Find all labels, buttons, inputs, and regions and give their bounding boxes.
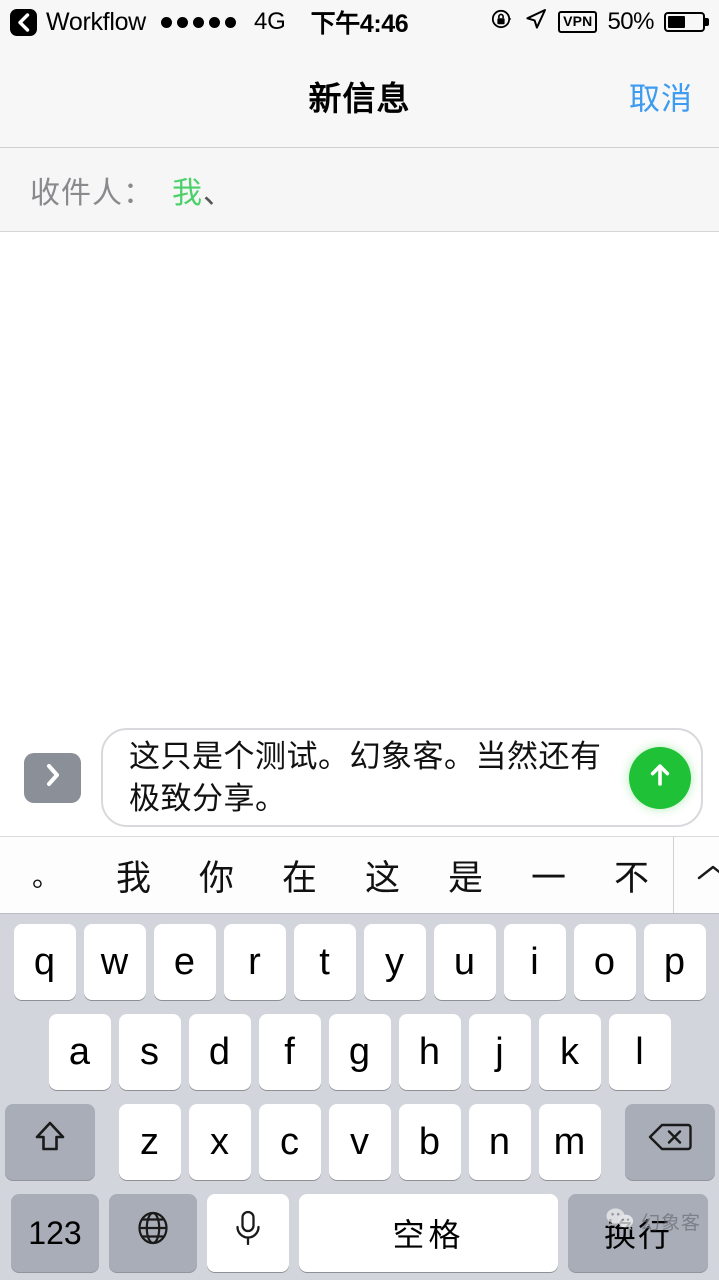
keyboard-row-2: a s d f g h j k l [6,1014,713,1090]
navigation-bar: 新信息 取消 [0,44,719,148]
globe-key[interactable] [109,1194,197,1272]
keyboard-row-4: 123 空格 换行 [6,1194,713,1272]
key-v[interactable]: v [328,1104,391,1180]
key-t[interactable]: t [293,924,356,1000]
suggestion-item[interactable]: 。 [0,837,92,913]
predictive-text-bar: 。 我 你 在 这 是 一 不 [0,836,719,914]
page-title: 新信息 [308,79,411,117]
dictation-key[interactable] [207,1194,289,1272]
key-u[interactable]: u [433,924,496,1000]
recipient-token[interactable]: 我 [172,168,203,212]
key-x[interactable]: x [188,1104,251,1180]
globe-icon [133,1208,173,1258]
backspace-icon [646,1119,694,1165]
location-arrow-icon [524,7,548,38]
battery-icon [664,12,705,32]
key-e[interactable]: e [153,924,216,1000]
chevron-up-icon [693,861,719,890]
key-f[interactable]: f [258,1014,321,1090]
key-q[interactable]: q [13,924,76,1000]
key-j[interactable]: j [468,1014,531,1090]
send-button[interactable] [629,746,691,809]
conversation-area [0,232,719,718]
suggestion-item[interactable]: 我 [92,837,175,913]
status-bar-right: VPN 50% [490,7,705,38]
key-y[interactable]: y [363,924,426,1000]
message-input-bar: 这只是个测试。幻象客。当然还有极致分享。 [0,718,719,836]
battery-percent-label: 50% [607,8,654,35]
key-z[interactable]: z [118,1104,181,1180]
key-o[interactable]: o [573,924,636,1000]
rotation-lock-icon [490,7,514,38]
arrow-up-icon [643,758,677,797]
message-text-value: 这只是个测试。幻象客。当然还有极致分享。 [129,739,602,816]
suggestion-item[interactable]: 是 [424,837,507,913]
iphone-screen: Workflow 4G 下午4:46 VPN 50% 新信息 取消 收件人： 我… [0,0,719,1280]
recipient-field-row[interactable]: 收件人： 我 、 [0,148,719,232]
key-n[interactable]: n [468,1104,531,1180]
suggestion-item[interactable]: 一 [507,837,590,913]
key-i[interactable]: i [503,924,566,1000]
key-s[interactable]: s [118,1014,181,1090]
key-l[interactable]: l [608,1014,671,1090]
cancel-button[interactable]: 取消 [629,73,693,118]
network-type-label: 4G [253,8,286,35]
key-a[interactable]: a [48,1014,111,1090]
recipient-label: 收件人： [30,176,154,210]
key-p[interactable]: p [643,924,706,1000]
key-r[interactable]: r [223,924,286,1000]
status-bar-left: Workflow 4G [10,8,286,37]
numbers-key[interactable]: 123 [11,1194,99,1272]
return-to-app-button[interactable] [10,8,37,36]
key-m[interactable]: m [538,1104,601,1180]
battery-fill [668,16,685,28]
return-key[interactable]: 换行 [568,1194,708,1272]
key-h[interactable]: h [398,1014,461,1090]
shift-key[interactable] [4,1104,95,1180]
suggestion-item[interactable]: 在 [258,837,341,913]
key-c[interactable]: c [258,1104,321,1180]
vpn-badge: VPN [558,10,598,34]
key-w[interactable]: w [83,924,146,1000]
key-g[interactable]: g [328,1014,391,1090]
chevron-left-icon [16,12,31,32]
on-screen-keyboard: q w e r t y u i o p a s d f g h j k l z … [0,914,719,1280]
key-k[interactable]: k [538,1014,601,1090]
suggestion-item[interactable]: 这 [341,837,424,913]
chevron-right-icon [42,762,64,793]
message-text-field[interactable]: 这只是个测试。幻象客。当然还有极致分享。 [101,728,703,827]
keyboard-row-1: q w e r t y u i o p [6,924,713,1000]
keyboard-row-3: z x c v b n m [4,1104,715,1180]
space-key[interactable]: 空格 [299,1194,558,1272]
suggestion-item[interactable]: 你 [175,837,258,913]
expand-toolbar-button[interactable] [24,752,81,803]
shift-arrow-icon [29,1116,71,1168]
recipient-separator: 、 [203,176,234,210]
key-b[interactable]: b [398,1104,461,1180]
microphone-icon [230,1208,266,1258]
key-d[interactable]: d [188,1014,251,1090]
suggestion-item[interactable]: 不 [590,837,673,913]
signal-strength-dots [160,16,236,28]
status-bar-app-name[interactable]: Workflow [46,8,146,37]
expand-suggestions-button[interactable] [673,837,719,913]
backspace-key[interactable] [624,1104,715,1180]
status-bar: Workflow 4G 下午4:46 VPN 50% [0,0,719,44]
